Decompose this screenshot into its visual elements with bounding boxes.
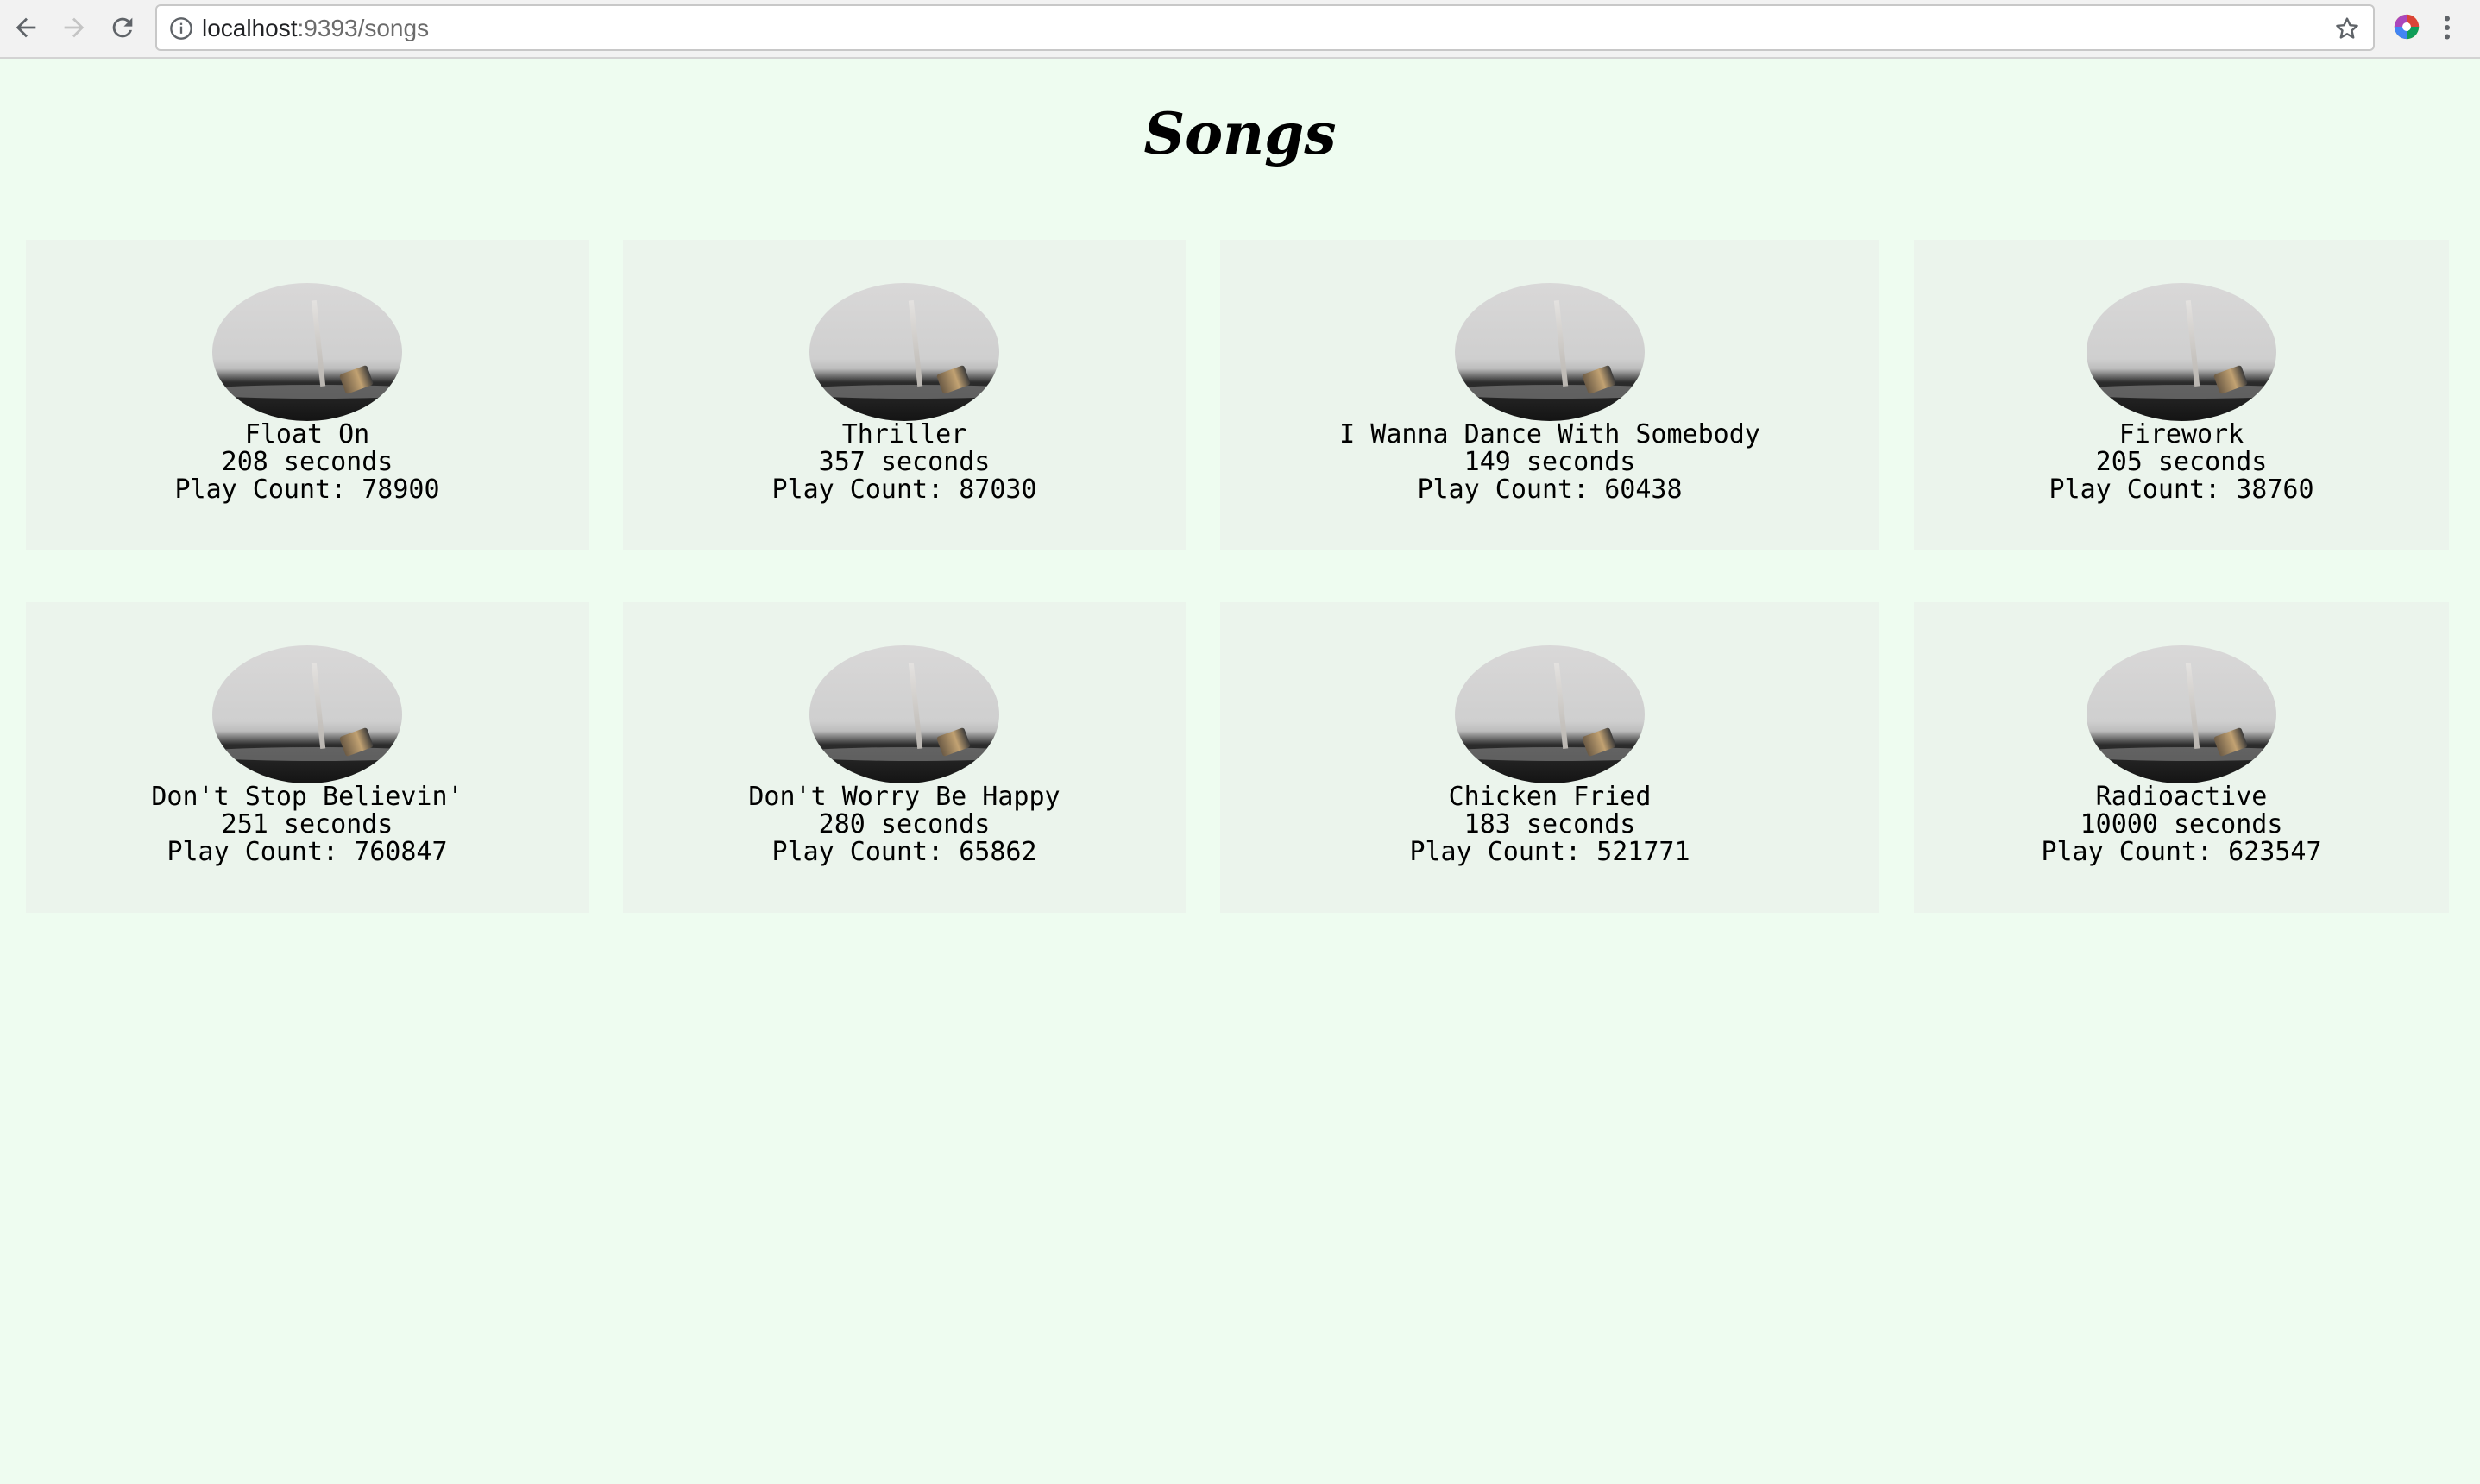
song-card[interactable]: Don't Worry Be Happy 280 seconds Play Co…	[623, 602, 1186, 913]
song-duration: 149 seconds	[1463, 447, 1636, 477]
song-title: Chicken Fried	[1448, 782, 1652, 812]
song-play-count: Play Count: 78900	[174, 475, 440, 505]
record-player-image	[809, 645, 999, 783]
record-player-image	[2087, 645, 2276, 783]
song-play-count: Play Count: 760847	[167, 837, 448, 867]
song-title: Thriller	[841, 419, 967, 450]
song-card[interactable]: Firework 205 seconds Play Count: 38760	[1914, 240, 2449, 550]
song-card[interactable]: Radioactive 10000 seconds Play Count: 62…	[1914, 602, 2449, 913]
song-duration: 205 seconds	[2095, 447, 2268, 477]
song-info: Radioactive 10000 seconds Play Count: 62…	[1914, 783, 2449, 866]
song-info: Float On 208 seconds Play Count: 78900	[26, 421, 589, 504]
song-duration: 280 seconds	[818, 809, 991, 839]
song-play-count: Play Count: 38760	[2049, 475, 2314, 505]
song-play-count: Play Count: 521771	[1409, 837, 1690, 867]
song-info: Chicken Fried 183 seconds Play Count: 52…	[1220, 783, 1879, 866]
record-player-image	[1455, 645, 1645, 783]
song-info: Don't Stop Believin' 251 seconds Play Co…	[26, 783, 589, 866]
song-duration: 10000 seconds	[2080, 809, 2283, 839]
song-title: Don't Worry Be Happy	[748, 782, 1061, 812]
record-player-image	[212, 645, 402, 783]
song-play-count: Play Count: 65862	[771, 837, 1037, 867]
record-player-image	[1455, 283, 1645, 421]
song-card[interactable]: I Wanna Dance With Somebody 149 seconds …	[1220, 240, 1879, 550]
song-duration: 357 seconds	[818, 447, 991, 477]
song-title: Firework	[2118, 419, 2244, 450]
song-card[interactable]: Float On 208 seconds Play Count: 78900	[26, 240, 589, 550]
record-player-image	[2087, 283, 2276, 421]
song-info: Thriller 357 seconds Play Count: 87030	[623, 421, 1186, 504]
song-title: Don't Stop Believin'	[151, 782, 463, 812]
song-title: I Wanna Dance With Somebody	[1339, 419, 1760, 450]
songs-grid: Float On 208 seconds Play Count: 78900 T…	[0, 0, 2480, 1484]
song-card[interactable]: Don't Stop Believin' 251 seconds Play Co…	[26, 602, 589, 913]
song-duration: 208 seconds	[221, 447, 393, 477]
song-duration: 183 seconds	[1463, 809, 1636, 839]
song-title: Radioactive	[2095, 782, 2268, 812]
song-card[interactable]: Thriller 357 seconds Play Count: 87030	[623, 240, 1186, 550]
song-info: I Wanna Dance With Somebody 149 seconds …	[1220, 421, 1879, 504]
song-title: Float On	[244, 419, 370, 450]
song-info: Firework 205 seconds Play Count: 38760	[1914, 421, 2449, 504]
record-player-image	[809, 283, 999, 421]
record-player-image	[212, 283, 402, 421]
song-play-count: Play Count: 87030	[771, 475, 1037, 505]
song-play-count: Play Count: 60438	[1417, 475, 1683, 505]
song-play-count: Play Count: 623547	[2041, 837, 2322, 867]
song-card[interactable]: Chicken Fried 183 seconds Play Count: 52…	[1220, 602, 1879, 913]
song-duration: 251 seconds	[221, 809, 393, 839]
song-info: Don't Worry Be Happy 280 seconds Play Co…	[623, 783, 1186, 866]
